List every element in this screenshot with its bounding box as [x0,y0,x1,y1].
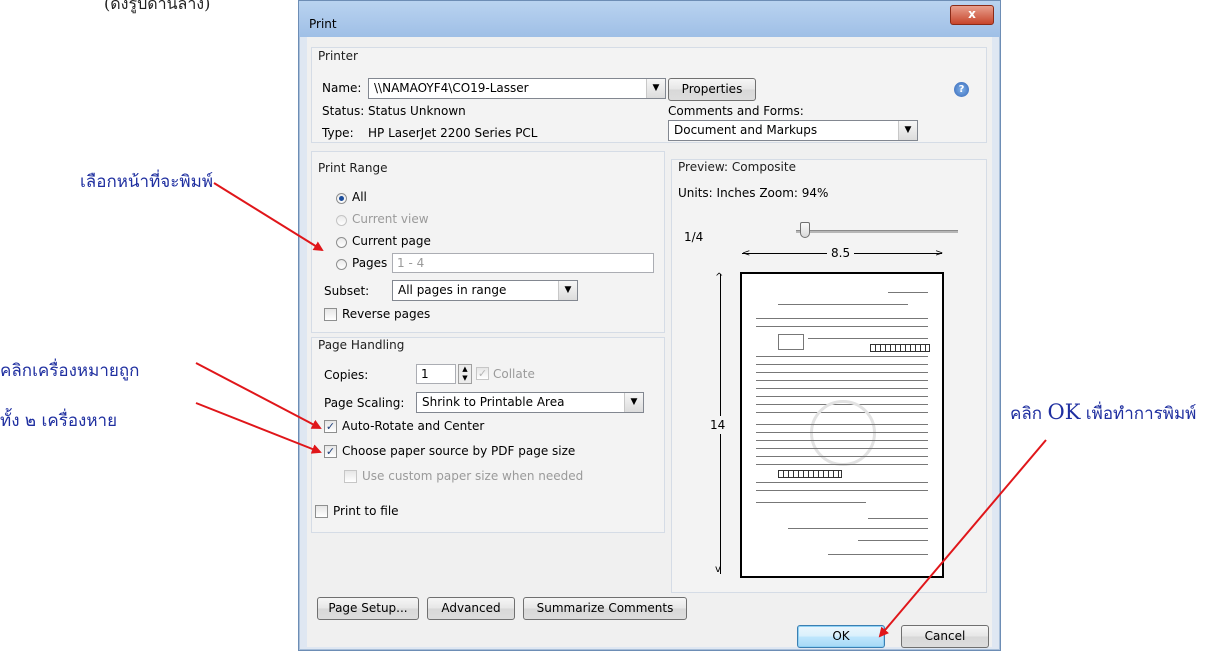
arrow-to-ok-button [878,439,1047,638]
arrow-to-auto-rotate [195,362,322,429]
arrow-to-choose-paper [195,402,322,454]
arrow-to-pages-radio [213,182,324,252]
annotation-arrows [195,182,1047,638]
